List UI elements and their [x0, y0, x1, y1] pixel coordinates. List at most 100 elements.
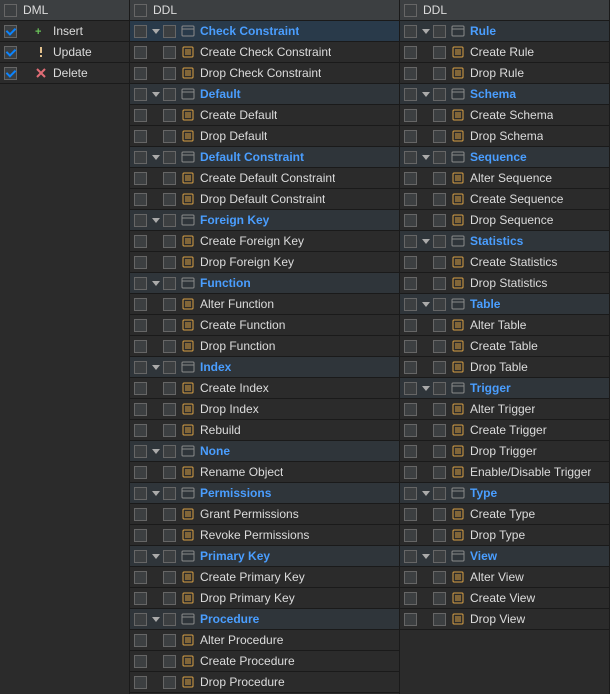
- item-checkbox[interactable]: [404, 130, 417, 143]
- ddl-item[interactable]: Alter Trigger: [400, 399, 609, 420]
- category-checkbox-2[interactable]: [163, 487, 176, 500]
- item-checkbox[interactable]: [404, 466, 417, 479]
- category-checkbox-2[interactable]: [433, 151, 446, 164]
- category-checkbox-2[interactable]: [163, 88, 176, 101]
- category-checkbox[interactable]: [134, 550, 147, 563]
- item-checkbox[interactable]: [134, 130, 147, 143]
- item-checkbox-2[interactable]: [163, 403, 176, 416]
- dml-item-checkbox[interactable]: [4, 46, 17, 59]
- dml-item-checkbox[interactable]: [4, 25, 17, 38]
- item-checkbox-2[interactable]: [163, 592, 176, 605]
- item-checkbox-2[interactable]: [163, 193, 176, 206]
- ddl-item[interactable]: Create Index: [130, 378, 399, 399]
- ddl-category[interactable]: Statistics: [400, 231, 609, 252]
- item-checkbox-2[interactable]: [433, 277, 446, 290]
- ddl-item[interactable]: Create Rule: [400, 42, 609, 63]
- category-checkbox[interactable]: [134, 88, 147, 101]
- item-checkbox[interactable]: [134, 571, 147, 584]
- item-checkbox-2[interactable]: [163, 235, 176, 248]
- ddl-item[interactable]: Drop Check Constraint: [130, 63, 399, 84]
- ddl-category[interactable]: Sequence: [400, 147, 609, 168]
- category-checkbox[interactable]: [404, 298, 417, 311]
- expand-toggle[interactable]: [421, 554, 431, 559]
- category-checkbox[interactable]: [134, 613, 147, 626]
- item-checkbox-2[interactable]: [163, 424, 176, 437]
- ddl-item[interactable]: Create View: [400, 588, 609, 609]
- item-checkbox-2[interactable]: [433, 361, 446, 374]
- ddl-item[interactable]: Enable/Disable Trigger: [400, 462, 609, 483]
- item-checkbox[interactable]: [404, 508, 417, 521]
- item-checkbox-2[interactable]: [433, 46, 446, 59]
- ddl-item[interactable]: Drop Table: [400, 357, 609, 378]
- ddl-item[interactable]: Create Procedure: [130, 651, 399, 672]
- item-checkbox-2[interactable]: [433, 613, 446, 626]
- item-checkbox-2[interactable]: [163, 655, 176, 668]
- expand-toggle[interactable]: [151, 281, 161, 286]
- ddl-item[interactable]: Create Type: [400, 504, 609, 525]
- item-checkbox-2[interactable]: [433, 592, 446, 605]
- ddl-item[interactable]: Drop Statistics: [400, 273, 609, 294]
- category-checkbox[interactable]: [134, 25, 147, 38]
- ddl-category[interactable]: Primary Key: [130, 546, 399, 567]
- item-checkbox-2[interactable]: [163, 466, 176, 479]
- item-checkbox-2[interactable]: [433, 424, 446, 437]
- item-checkbox[interactable]: [404, 277, 417, 290]
- item-checkbox[interactable]: [404, 46, 417, 59]
- ddl-category[interactable]: Schema: [400, 84, 609, 105]
- item-checkbox-2[interactable]: [163, 340, 176, 353]
- ddl-item[interactable]: Create Sequence: [400, 189, 609, 210]
- category-checkbox[interactable]: [404, 235, 417, 248]
- item-checkbox[interactable]: [134, 235, 147, 248]
- item-checkbox-2[interactable]: [163, 130, 176, 143]
- dml-header-checkbox[interactable]: [4, 4, 17, 17]
- item-checkbox-2[interactable]: [433, 256, 446, 269]
- ddl-item[interactable]: Rename Object: [130, 462, 399, 483]
- ddl-item[interactable]: Create Primary Key: [130, 567, 399, 588]
- item-checkbox-2[interactable]: [433, 508, 446, 521]
- item-checkbox[interactable]: [134, 508, 147, 521]
- item-checkbox[interactable]: [134, 655, 147, 668]
- ddl-item[interactable]: Create Schema: [400, 105, 609, 126]
- ddl-category[interactable]: Table: [400, 294, 609, 315]
- category-checkbox-2[interactable]: [433, 550, 446, 563]
- ddl-item[interactable]: Drop View: [400, 609, 609, 630]
- ddl-category[interactable]: Procedure: [130, 609, 399, 630]
- ddl-category[interactable]: Permissions: [130, 483, 399, 504]
- category-checkbox-2[interactable]: [433, 487, 446, 500]
- ddl-item[interactable]: Drop Rule: [400, 63, 609, 84]
- item-checkbox[interactable]: [404, 109, 417, 122]
- item-checkbox[interactable]: [404, 193, 417, 206]
- category-checkbox[interactable]: [404, 550, 417, 563]
- expand-toggle[interactable]: [421, 92, 431, 97]
- item-checkbox-2[interactable]: [433, 571, 446, 584]
- expand-toggle[interactable]: [421, 386, 431, 391]
- dml-item-checkbox[interactable]: [4, 67, 17, 80]
- expand-toggle[interactable]: [151, 92, 161, 97]
- ddl-item[interactable]: Create Check Constraint: [130, 42, 399, 63]
- category-checkbox[interactable]: [404, 151, 417, 164]
- ddl-category[interactable]: Check Constraint: [130, 21, 399, 42]
- category-checkbox-2[interactable]: [433, 382, 446, 395]
- category-checkbox-2[interactable]: [163, 277, 176, 290]
- category-checkbox[interactable]: [404, 382, 417, 395]
- category-checkbox[interactable]: [404, 25, 417, 38]
- ddl-category[interactable]: None: [130, 441, 399, 462]
- dml-item[interactable]: Update: [0, 42, 129, 63]
- item-checkbox[interactable]: [404, 67, 417, 80]
- item-checkbox[interactable]: [134, 529, 147, 542]
- item-checkbox-2[interactable]: [163, 571, 176, 584]
- category-checkbox[interactable]: [134, 277, 147, 290]
- item-checkbox-2[interactable]: [163, 508, 176, 521]
- item-checkbox[interactable]: [134, 46, 147, 59]
- item-checkbox[interactable]: [134, 319, 147, 332]
- ddl-item[interactable]: Drop Default Constraint: [130, 189, 399, 210]
- item-checkbox[interactable]: [404, 403, 417, 416]
- item-checkbox[interactable]: [134, 256, 147, 269]
- item-checkbox-2[interactable]: [433, 529, 446, 542]
- item-checkbox-2[interactable]: [163, 67, 176, 80]
- item-checkbox-2[interactable]: [163, 634, 176, 647]
- category-checkbox[interactable]: [134, 445, 147, 458]
- item-checkbox[interactable]: [404, 529, 417, 542]
- ddl-category[interactable]: Type: [400, 483, 609, 504]
- expand-toggle[interactable]: [421, 155, 431, 160]
